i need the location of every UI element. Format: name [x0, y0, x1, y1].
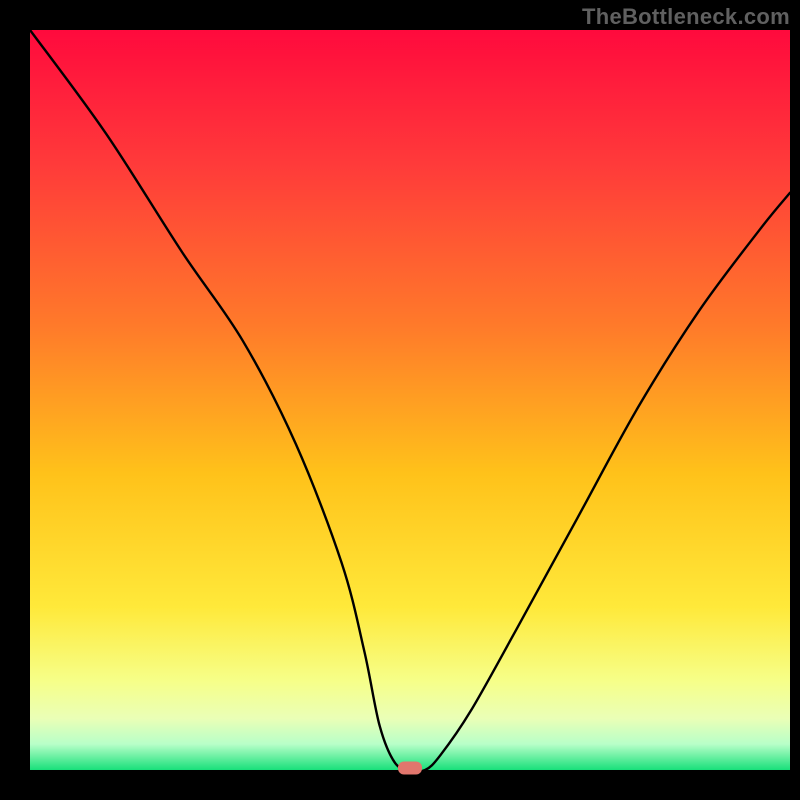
chart-container: { "watermark": "TheBottleneck.com", "col…: [0, 0, 800, 800]
watermark-text: TheBottleneck.com: [582, 4, 790, 30]
plot-area: [30, 30, 790, 770]
chart-svg: [0, 0, 800, 800]
optimum-marker: [398, 762, 422, 775]
